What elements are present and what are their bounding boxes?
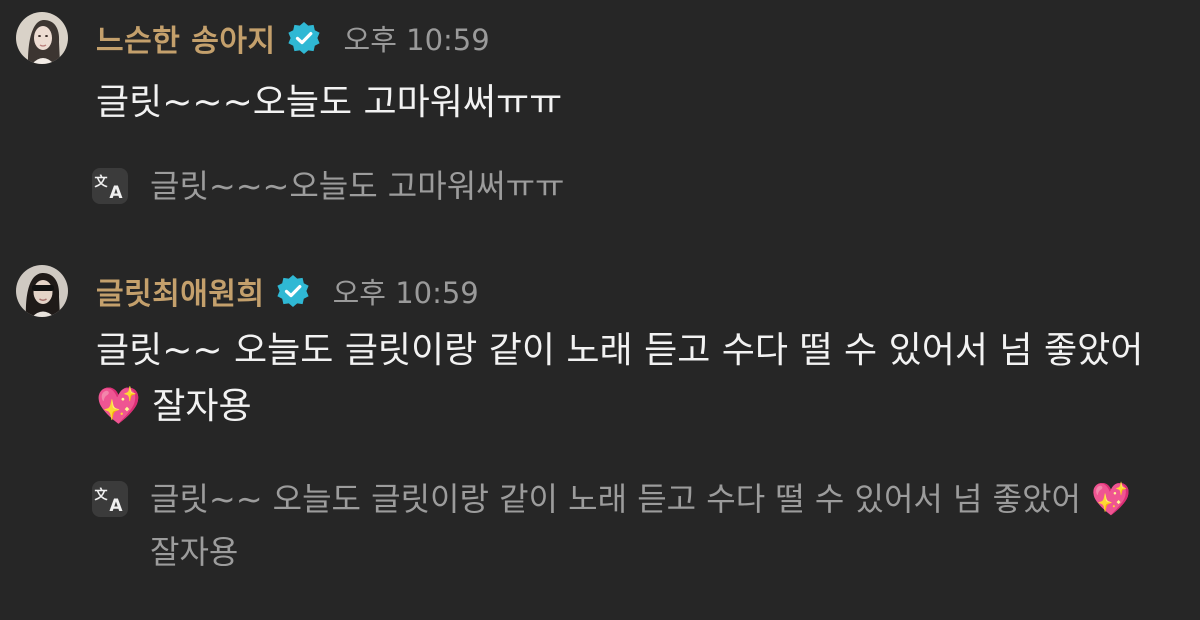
translate-icon[interactable]: 文 A bbox=[92, 168, 128, 204]
verified-badge-icon bbox=[286, 20, 322, 56]
message-translation: 文 A 글릿~~~오늘도 고마워써ㅠㅠ bbox=[92, 160, 1177, 213]
message-text: 글릿~~ 오늘도 글릿이랑 같이 노래 듣고 수다 떨 수 있어서 넘 좋았어 … bbox=[96, 330, 1144, 427]
author-name[interactable]: 글릿최애원희 bbox=[96, 269, 265, 313]
svg-text:A: A bbox=[109, 496, 123, 516]
translate-icon[interactable]: 文 A bbox=[92, 481, 128, 517]
avatar[interactable] bbox=[16, 265, 68, 317]
message-timestamp: 오후 10:59 bbox=[343, 23, 490, 57]
author-name[interactable]: 느슨한 송아지 bbox=[96, 16, 276, 60]
verified-badge-icon bbox=[275, 273, 311, 309]
message-translation: 文 A 글릿~~ 오늘도 글릿이랑 같이 노래 듣고 수다 떨 수 있어서 넘 … bbox=[92, 473, 1177, 579]
translation-text: 글릿~~ 오늘도 글릿이랑 같이 노래 듣고 수다 떨 수 있어서 넘 좋았어 … bbox=[150, 480, 1131, 571]
message-text: 글릿~~~오늘도 고마워써ㅠㅠ bbox=[96, 82, 563, 123]
avatar[interactable] bbox=[16, 12, 68, 64]
svg-text:文: 文 bbox=[94, 174, 108, 190]
message-header: 글릿최애원희 오후 10:59 bbox=[96, 265, 479, 317]
svg-text:A: A bbox=[109, 183, 123, 203]
chat-feed: 느슨한 송아지 오후 10:59 글릿~~~오늘도 고마워써ㅠㅠ 文 A 글릿~… bbox=[0, 0, 1200, 620]
message-timestamp: 오후 10:59 bbox=[332, 276, 479, 310]
svg-text:文: 文 bbox=[94, 487, 108, 503]
message-header: 느슨한 송아지 오후 10:59 bbox=[96, 12, 490, 64]
translation-text: 글릿~~~오늘도 고마워써ㅠㅠ bbox=[150, 167, 565, 205]
